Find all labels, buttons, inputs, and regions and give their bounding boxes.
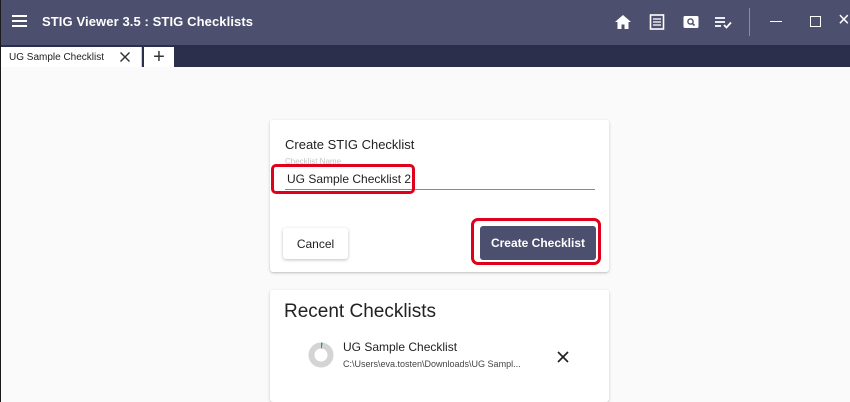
main-content: Create STIG Checklist Checklist Name Can… [1, 67, 850, 402]
close-icon[interactable] [119, 51, 131, 63]
checklist-name-label: Checklist Name [285, 157, 342, 166]
create-checklist-button[interactable]: Create Checklist [480, 226, 596, 260]
recent-item-name: UG Sample Checklist [343, 340, 458, 354]
checklist-name-input[interactable] [285, 168, 595, 190]
create-card-title: Create STIG Checklist [285, 137, 415, 152]
tab-label: UG Sample Checklist [9, 51, 105, 63]
hamburger-menu-icon[interactable] [12, 15, 27, 27]
minimize-icon[interactable] [770, 21, 782, 22]
cancel-button[interactable]: Cancel [283, 228, 348, 259]
maximize-icon[interactable] [810, 16, 821, 27]
tab-ug-sample-checklist[interactable]: UG Sample Checklist [1, 47, 142, 67]
recent-item-path: C:\Users\eva.tosten\Downloads\UG Sampl..… [343, 359, 521, 369]
progress-ring-icon [308, 342, 334, 368]
close-icon[interactable] [554, 348, 572, 366]
document-list-icon[interactable] [647, 12, 667, 32]
window-border [0, 0, 1, 402]
tab-strip: UG Sample Checklist + [0, 45, 850, 67]
search-icon[interactable] [681, 12, 701, 32]
create-checklist-card: Create STIG Checklist Checklist Name Can… [270, 120, 609, 272]
new-tab-button[interactable]: + [144, 47, 174, 67]
title-bar: STIG Viewer 3.5 : STIG Checklists × [0, 0, 850, 45]
playlist-check-icon[interactable] [713, 12, 733, 32]
toolbar-divider [749, 8, 750, 36]
close-icon[interactable]: × [838, 10, 850, 30]
app-title: STIG Viewer 3.5 : STIG Checklists [42, 14, 254, 29]
recent-checklists-card: Recent Checklists UG Sample Checklist C:… [270, 290, 609, 402]
home-icon[interactable] [613, 12, 633, 32]
recent-checklists-title: Recent Checklists [284, 301, 437, 322]
